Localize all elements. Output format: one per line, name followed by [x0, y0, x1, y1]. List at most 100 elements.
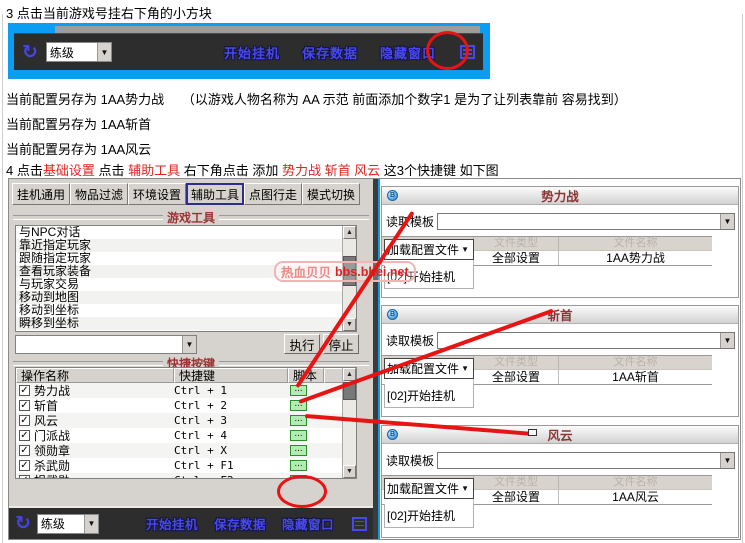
hotkey-combo: Ctrl + 1	[174, 384, 288, 397]
table-row[interactable]: ✓领勋章 Ctrl + X ...	[16, 443, 356, 458]
save1-note: （以游戏人物名称为 AA 示范 前面添加个数字1 是为了让列表靠前 容易找到）	[182, 92, 627, 107]
checkbox-checked[interactable]: ✓	[19, 445, 30, 456]
tutorial-page: 3 点击当前游戏号挂右下角的小方块 当前配置另存为 1AA势力战 （以游戏人物名…	[0, 0, 745, 543]
header-action-name: 操作名称	[16, 368, 174, 383]
divider	[219, 361, 369, 366]
window-titlebar[interactable]: B 势力战	[382, 187, 738, 205]
window-titlebar[interactable]: B 斩首	[382, 306, 738, 324]
cell-file-name: 1AA势力战	[559, 251, 712, 265]
chevron-down-icon[interactable]: ▼	[720, 453, 734, 468]
start-hang-list-item[interactable]: [02]开始挂机	[384, 504, 474, 528]
preset-dropdown-value: 练级	[41, 515, 65, 532]
quote-border-right	[742, 14, 743, 543]
instruction-save1: 当前配置另存为 1AA势力战 （以游戏人物名称为 AA 示范 前面添加个数字1 …	[6, 89, 627, 108]
preset-dropdown[interactable]: 练级 ▼	[46, 42, 112, 62]
instruction-step4: 4 点击基础设置 点击 辅助工具 右下角点击 添加 势力战 斩首 风云 这3个快…	[6, 160, 499, 179]
start-hang-button[interactable]: 开始挂机	[146, 514, 198, 533]
checkbox-checked[interactable]: ✓	[19, 400, 30, 411]
start-hang-list-item[interactable]: [02]开始挂机	[384, 384, 474, 408]
chevron-down-icon[interactable]: ▼	[720, 214, 734, 229]
checkbox-checked[interactable]: ✓	[19, 460, 30, 471]
script-edit-button[interactable]: ...	[290, 460, 307, 471]
chevron-down-icon: ▼	[461, 484, 469, 493]
step4-red-hotkey-names: 势力战 斩首 风云	[282, 163, 380, 178]
read-template-row: 读取模板 ▼	[386, 332, 735, 349]
cell-file-type: 全部设置	[474, 370, 559, 384]
chevron-down-icon[interactable]: ▼	[720, 333, 734, 348]
divider	[219, 215, 369, 220]
quote-border-left	[2, 14, 3, 543]
header-file-type: 文件类型	[474, 356, 559, 369]
step4-text-2: 点击	[95, 163, 128, 178]
watermark-site-name: 热血贝贝	[281, 262, 331, 281]
tab-mode-switch[interactable]: 模式切换	[302, 183, 360, 205]
annotation-circle-square-icon	[426, 31, 469, 70]
list-item[interactable]: 瞬移到坐标	[16, 317, 342, 330]
bot-toolbar-bottom: ↻ 练级 ▼ 开始挂机 保存数据 隐藏窗口	[9, 506, 373, 539]
header-file-name: 文件名称	[559, 476, 712, 489]
tab-map-walk[interactable]: 点图行走	[244, 183, 302, 205]
chevron-down-icon[interactable]: ▼	[84, 515, 98, 533]
scroll-down-icon[interactable]: ▼	[343, 318, 356, 331]
window-titlebar[interactable]: B 风云	[382, 426, 738, 444]
tab-hang-general[interactable]: 挂机通用	[12, 183, 70, 205]
hide-window-button[interactable]: 隐藏窗口	[282, 514, 334, 533]
checkbox-checked[interactable]: ✓	[19, 430, 30, 441]
table-row[interactable]: ✓杀武勋 Ctrl + F1 ...	[16, 458, 356, 473]
preset-dropdown[interactable]: 练级 ▼	[37, 514, 99, 534]
read-template-label: 读取模板	[386, 332, 434, 349]
config-window-zhanshou: B 斩首 读取模板 ▼ 文件类型 文件名称	[381, 305, 739, 417]
header-hotkey: 快捷键	[174, 368, 288, 383]
step4-text-3: 右下角点击 添加	[180, 163, 282, 178]
chevron-down-icon: ▼	[461, 364, 469, 373]
game-tools-group-title: 游戏工具	[13, 209, 369, 226]
read-template-row: 读取模板 ▼	[386, 452, 735, 469]
template-dropdown[interactable]: ▼	[437, 452, 735, 469]
save-data-button[interactable]: 保存数据	[214, 514, 266, 533]
template-dropdown-value	[438, 214, 720, 229]
cell-file-name: 1AA风云	[559, 490, 712, 504]
header-file-type: 文件类型	[474, 476, 559, 489]
chevron-down-icon[interactable]: ▼	[182, 336, 196, 353]
chevron-down-icon[interactable]: ▼	[97, 43, 111, 61]
tab-bar: 挂机通用 物品过滤 环境设置 辅助工具 点图行走 模式切换	[12, 183, 360, 205]
window-title: 势力战	[382, 186, 738, 205]
load-config-dropdown[interactable]: 加载配置文件 ▼	[384, 239, 474, 260]
divider	[13, 215, 163, 220]
save-data-button[interactable]: 保存数据	[302, 43, 358, 62]
table-row[interactable]: ✓势力战 Ctrl + 1 ...	[16, 383, 356, 398]
tab-env-settings[interactable]: 环境设置	[128, 183, 186, 205]
template-dropdown-value	[438, 453, 720, 468]
step4-text-1: 4 点击	[6, 163, 43, 178]
header-file-type: 文件类型	[474, 237, 559, 250]
header-file-name: 文件名称	[559, 237, 712, 250]
scroll-down-icon[interactable]: ▼	[343, 465, 356, 478]
template-dropdown[interactable]: ▼	[437, 213, 735, 230]
preset-dropdown-value: 练级	[50, 44, 74, 61]
checkbox-checked[interactable]: ✓	[19, 385, 30, 396]
header-file-name: 文件名称	[559, 356, 712, 369]
tab-item-filter[interactable]: 物品过滤	[70, 183, 128, 205]
refresh-icon[interactable]: ↻	[15, 514, 31, 533]
checkbox-checked[interactable]: ✓	[19, 475, 30, 479]
scroll-up-icon[interactable]: ▲	[343, 226, 356, 239]
hotkey-combo: Ctrl + F2	[174, 474, 288, 479]
tool-select-dropdown[interactable]: ▼	[15, 335, 197, 354]
load-config-dropdown[interactable]: 加载配置文件 ▼	[384, 478, 474, 499]
hotkeys-table: 操作名称 快捷键 脚本 ✓势力战 Ctrl + 1 ... ✓斩首 Ctrl +…	[15, 367, 357, 479]
small-square-icon[interactable]	[352, 517, 367, 531]
tab-helper-tools[interactable]: 辅助工具	[186, 183, 244, 205]
hotkey-combo: Ctrl + 3	[174, 414, 288, 427]
checkbox-checked[interactable]: ✓	[19, 415, 30, 426]
execute-button[interactable]: 执行	[284, 334, 320, 354]
table-row[interactable]: ✓门派战 Ctrl + 4 ...	[16, 428, 356, 443]
annotation-circle-add-button	[277, 475, 327, 508]
refresh-icon[interactable]: ↻	[22, 43, 38, 62]
script-edit-button[interactable]: ...	[290, 445, 307, 456]
start-hang-button[interactable]: 开始挂机	[224, 43, 280, 62]
script-edit-button[interactable]: ...	[290, 430, 307, 441]
window-title: 斩首	[382, 305, 738, 324]
forum-watermark: 热血贝贝 bbs.bbei.net	[274, 261, 416, 282]
step4-text-4: 这3个快捷键 如下图	[380, 163, 498, 178]
divider	[13, 361, 163, 366]
